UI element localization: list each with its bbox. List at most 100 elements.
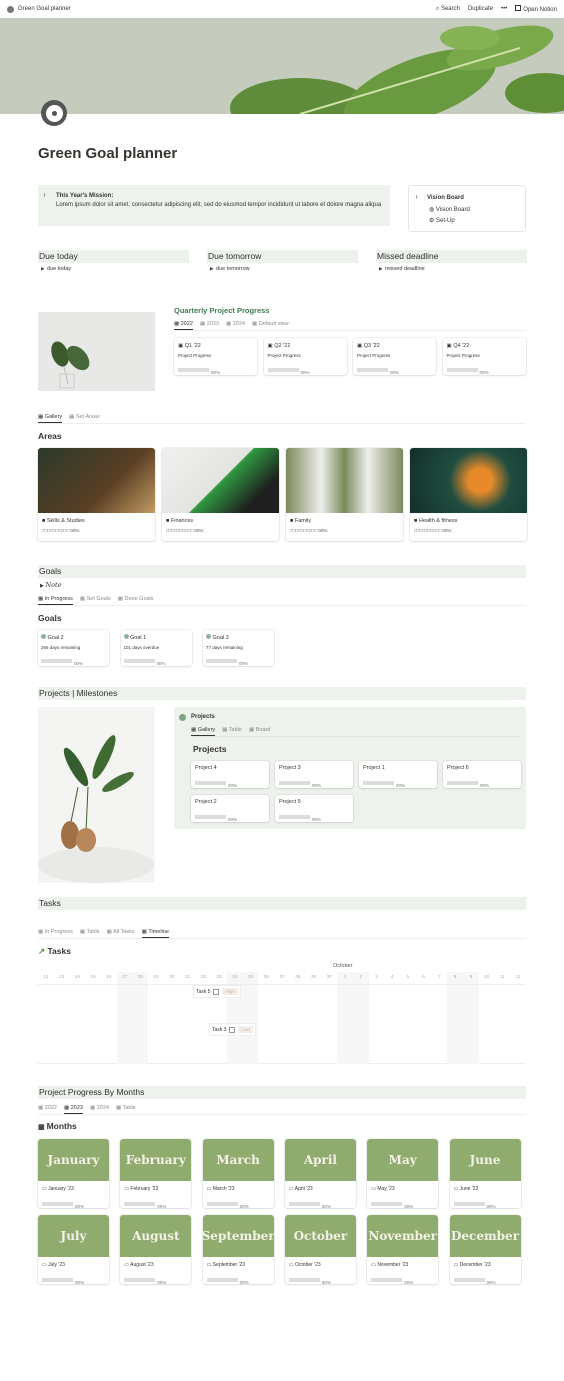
view-tabs: ▦ 2022 ▦ 2023 ▦ 2024 ▦ Table — [38, 1105, 526, 1115]
quarter-card[interactable]: ▣ Q3 '22 Project Progress 00% — [353, 338, 436, 375]
progress-percent: 00% — [239, 1280, 249, 1284]
project-card[interactable]: Project 1 00% — [359, 761, 437, 788]
project-card[interactable]: Project 2 00% — [191, 795, 269, 822]
area-card[interactable]: ■ Skills & Studies □□□□□□□□□□ 00% — [38, 448, 155, 541]
areas-heading: Areas — [38, 431, 62, 441]
timeline-day: 4 — [390, 974, 394, 979]
view-tab[interactable]: ▦ 2024 — [90, 1105, 109, 1114]
area-name: ■ Skills & Studies — [42, 518, 85, 524]
progress-percent: 00% — [321, 1280, 331, 1284]
view-icon: ▦ — [38, 414, 45, 420]
project-card[interactable]: Project 3 00% — [275, 761, 353, 788]
projects-db-title: Projects — [191, 714, 215, 720]
month-card[interactable]: February ▭ February '23 00% — [120, 1139, 192, 1208]
goal-card[interactable]: Goal 2 266 days remaining 00% — [38, 630, 109, 666]
setup-link[interactable]: ⚙ Set-Up — [427, 216, 525, 228]
month-card[interactable]: September ▭ September '23 00% — [202, 1215, 274, 1284]
due-toggle[interactable]: ▶ due tomorrow — [210, 266, 358, 272]
mission-callout: ⍿ This Year's Mission: Lorem ipsum dolor… — [38, 185, 390, 226]
view-tab[interactable]: ▦ Timeline — [141, 929, 169, 938]
month-card[interactable]: July ▭ July '23 00% — [38, 1215, 109, 1284]
priority-tag: High — [222, 988, 238, 995]
checkbox[interactable] — [213, 988, 220, 995]
progress-percent: 00% — [480, 783, 490, 788]
view-tabs: ▦ Gallery ▦ Set Areas — [38, 414, 526, 424]
due-toggle[interactable]: ▶ due today — [41, 266, 189, 272]
view-tab[interactable]: ▦ Default view — [252, 321, 289, 330]
progress-bar — [288, 1201, 320, 1206]
more-button[interactable]: ••• — [501, 6, 507, 12]
view-tab[interactable]: ▦ Gallery — [191, 727, 216, 736]
view-tab[interactable]: ▦ In Progress — [38, 596, 73, 605]
view-tab[interactable]: ▦ 2023 — [200, 321, 219, 330]
month-card[interactable]: January ▭ January '23 00% — [38, 1139, 109, 1208]
view-tab[interactable]: ▦ Set Areas — [69, 414, 100, 423]
project-name: Project 4 — [195, 765, 217, 771]
projects-header: Projects | Milestones — [38, 687, 526, 700]
timeline[interactable]: 12 13 14 15 16 17 18 19 20 21 22 23 24 25 26 27 28 29 30 1 2… — [38, 972, 526, 1064]
quarter-card[interactable]: ▣ Q2 '22 Project Progress 00% — [263, 338, 347, 375]
progress-percent: 00% — [75, 1280, 85, 1284]
view-tab[interactable]: ▦ Set Goals — [80, 596, 111, 605]
view-tab[interactable]: ▦ 2023 — [63, 1105, 83, 1114]
progress-bar — [41, 658, 72, 663]
view-tab[interactable]: ▦ 2022 — [174, 321, 193, 330]
month-card[interactable]: April ▭ April '23 00% — [284, 1139, 356, 1208]
timeline-day: 17 — [116, 972, 133, 1064]
goal-card[interactable]: Goal 1 101 days overdue 00% — [120, 630, 192, 666]
view-tab[interactable]: ▦ Done Goals — [118, 596, 154, 605]
month-card[interactable]: March ▭ March '23 00% — [202, 1139, 274, 1208]
area-card[interactable]: ■ Family □□□□□□□□□□ 00% — [286, 448, 403, 541]
open-notion-button[interactable]: Open Notion — [515, 5, 557, 13]
view-icon: ▦ — [38, 929, 45, 935]
checkbox[interactable] — [229, 1026, 236, 1033]
view-tab[interactable]: ▦ Table — [116, 1105, 136, 1114]
view-icon: ▦ — [89, 1105, 97, 1111]
goal-card[interactable]: Goal 3 77 days remaining 00% — [203, 630, 274, 666]
project-card[interactable]: Project 4 00% — [191, 761, 269, 788]
note-toggle[interactable]: ▶ Note — [40, 581, 62, 589]
view-tab[interactable]: ▦ Table — [80, 929, 100, 938]
timeline-task[interactable]: Task 3 Low — [210, 1024, 255, 1035]
quarter-card[interactable]: ▣ Q4 '22 Project Progress 00% — [442, 338, 526, 375]
timeline-day: 12 — [43, 974, 49, 979]
duplicate-button[interactable]: Duplicate — [468, 6, 493, 12]
project-card[interactable]: Project 6 00% — [443, 761, 521, 788]
mission-title: This Year's Mission: — [56, 193, 114, 199]
view-tabs: ▦ 2022 ▦ 2023 ▦ 2024 ▦ Default view — [174, 321, 526, 331]
month-card[interactable]: October ▭ October '23 00% — [284, 1215, 356, 1284]
progress-percent: 00% — [390, 370, 400, 375]
timeline-day: 6 — [422, 974, 425, 979]
quarter-card[interactable]: ▣ Q1 '22 Project Progress 00% — [174, 338, 257, 375]
project-card[interactable]: Project 5 00% — [275, 795, 353, 822]
area-card[interactable]: ■ Finances □□□□□□□□□□ 00% — [162, 448, 279, 541]
progress-percent: 00% — [404, 1204, 414, 1208]
month-card[interactable]: May ▭ May '23 00% — [367, 1139, 439, 1208]
view-tab[interactable]: ▦ In Progress — [38, 929, 73, 938]
search-button[interactable]: ⌕ Search — [436, 6, 460, 13]
month-card[interactable]: December ▭ December '23 00% — [449, 1215, 521, 1284]
breadcrumb-title[interactable]: Green Goal planner — [18, 6, 71, 12]
view-tab[interactable]: ▦ 2024 — [226, 321, 245, 330]
view-icon: ▦ — [63, 1105, 71, 1111]
view-tab[interactable]: ▦ 2022 — [38, 1105, 57, 1114]
plant-image — [38, 312, 155, 391]
view-icon: ▦ — [225, 321, 233, 327]
month-card[interactable]: August ▭ August '23 00% — [120, 1215, 192, 1284]
vision-board-link[interactable]: ◍ Vision Board — [427, 205, 525, 217]
month-card[interactable]: November ▭ November '23 00% — [367, 1215, 439, 1284]
due-toggle[interactable]: ▶ missed deadline — [379, 266, 527, 272]
view-tab[interactable]: ▦ Table — [222, 727, 242, 736]
month-cover: November — [367, 1215, 439, 1257]
timeline-day: 13 — [59, 974, 65, 979]
timeline-task[interactable]: Task 5 High — [194, 986, 240, 997]
view-tab[interactable]: ▦ Gallery — [38, 414, 63, 423]
view-tab[interactable]: ▦ All Tasks — [107, 929, 135, 938]
month-card[interactable]: June ▭ June '23 00% — [449, 1139, 521, 1208]
quarter-name: ▣ Q4 '22 — [446, 343, 470, 349]
months-header: Project Progress By Months — [38, 1086, 526, 1099]
progress-bar — [42, 1201, 73, 1206]
area-card[interactable]: ■ Health & fitness □□□□□□□□□□ 00% — [410, 448, 527, 541]
view-tab[interactable]: ▦ Board — [249, 727, 270, 736]
progress-percent: 00% — [404, 1280, 414, 1284]
